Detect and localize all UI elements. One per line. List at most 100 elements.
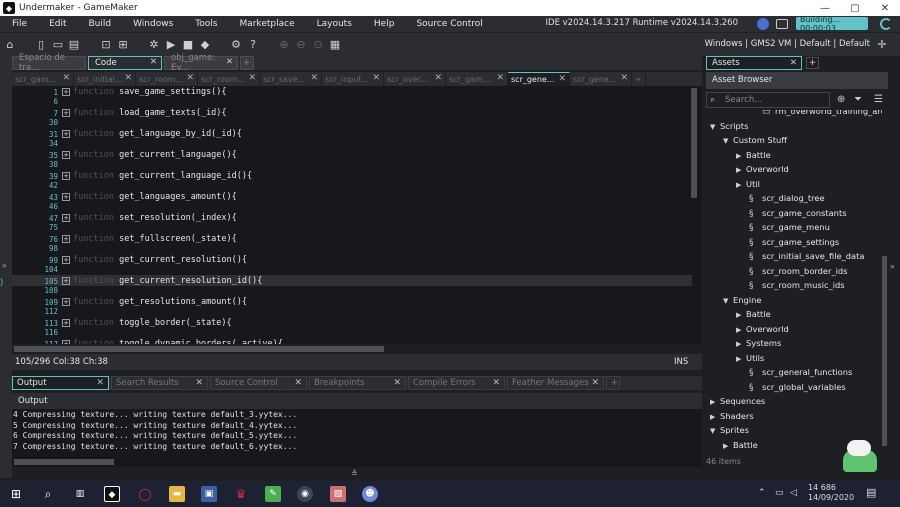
editor-app-icon[interactable]: ✎ <box>265 486 281 502</box>
menu-file[interactable]: File <box>0 19 37 29</box>
discord-icon[interactable]: ☻ <box>362 486 378 502</box>
code-line[interactable]: 108 <box>12 286 692 296</box>
asset-tree-item[interactable]: § scr_room_border_ids <box>749 266 848 280</box>
target-selector[interactable]: Windows | GMS2 VM | Default | Default <box>705 39 870 49</box>
expand-left-icon[interactable]: » <box>2 261 7 270</box>
asset-tree-item[interactable]: § scr_game_constants <box>749 208 847 222</box>
code-line[interactable]: 43 + function get_languages_amount(){ <box>12 191 692 202</box>
chevron-right-icon[interactable]: ▶ <box>736 166 746 174</box>
user-avatar-icon[interactable] <box>757 18 769 30</box>
opera-browser-icon[interactable]: ◯ <box>137 486 153 502</box>
zoom-in-icon[interactable]: ⊕ <box>277 38 291 52</box>
asset-tree-item[interactable]: § scr_game_settings <box>749 237 839 251</box>
code-line[interactable]: 47 + function set_resolution(_index){ <box>12 212 692 223</box>
debug-icon[interactable]: ✲ <box>147 38 161 52</box>
close-tab-icon[interactable]: ✕ <box>434 73 442 83</box>
fold-toggle-icon[interactable]: + <box>62 340 70 344</box>
menu-windows[interactable]: Windows <box>121 19 183 29</box>
fold-toggle-icon[interactable]: + <box>62 277 70 285</box>
chevron-down-icon[interactable]: ▼ <box>723 297 733 305</box>
add-asset-icon[interactable]: ⊕ <box>837 94 845 105</box>
asset-tree-item[interactable]: § scr_game_menu <box>749 222 830 236</box>
code-line[interactable]: 7 + function load_game_texts(_id){ <box>12 107 692 118</box>
stop-icon[interactable]: ■ <box>181 38 195 52</box>
code-line[interactable]: 76 + function set_fullscreen(_state){ <box>12 233 692 244</box>
asset-tree-item[interactable]: § scr_room_music_ids <box>749 280 845 294</box>
menu-help[interactable]: Help <box>362 19 405 29</box>
new-project-icon[interactable]: ▯ <box>34 38 48 52</box>
menu-marketplace[interactable]: Marketplace <box>227 19 304 29</box>
chevron-right-icon[interactable]: ▶ <box>736 340 746 348</box>
output-tab[interactable]: Breakpoints ✕ <box>309 376 406 390</box>
menu-icon[interactable]: ☰ <box>874 94 883 105</box>
collapse-output-icon[interactable]: ≚ <box>351 469 358 478</box>
output-log[interactable]: 4 Compressing texture... writing texture… <box>12 409 702 467</box>
menu-build[interactable]: Build <box>77 19 122 29</box>
add-code-tab-button[interactable]: + <box>632 72 646 86</box>
close-tab-icon[interactable]: ✕ <box>294 378 302 388</box>
add-output-tab-button[interactable]: + <box>606 376 620 390</box>
zoom-reset-icon[interactable]: ⊙ <box>311 38 325 52</box>
package-icon[interactable]: ⊞ <box>116 38 130 52</box>
close-tab-icon[interactable]: ✕ <box>310 73 318 83</box>
fold-toggle-icon[interactable]: + <box>62 214 70 222</box>
code-editor[interactable]: 1 + function save_game_settings(){6 7 + funct… <box>12 86 702 344</box>
game-app-icon[interactable]: ♛ <box>233 486 249 502</box>
task-view-icon[interactable]: ▥ <box>72 486 88 502</box>
asset-tree-item[interactable]: ▼ Scripts <box>710 121 748 135</box>
code-line[interactable]: 109 + function get_resolutions_amount(){ <box>12 296 692 307</box>
chevron-down-icon[interactable]: ▼ <box>710 427 720 435</box>
close-tab-icon[interactable]: ✕ <box>62 73 70 83</box>
fold-toggle-icon[interactable]: + <box>62 298 70 306</box>
asset-tree-item[interactable]: ▶ Battle <box>723 440 758 454</box>
code-line[interactable]: 35 + function get_current_language(){ <box>12 149 692 160</box>
code-line[interactable]: 116 <box>12 328 692 338</box>
chat-icon[interactable] <box>776 19 788 29</box>
tray-chevron-icon[interactable]: ⌃ <box>758 488 766 498</box>
help-icon[interactable]: ? <box>246 38 260 52</box>
output-tab[interactable]: Output ✕ <box>12 376 109 390</box>
add-tab-button[interactable]: + <box>240 56 254 70</box>
asset-tree-item[interactable]: § scr_global_variables <box>749 382 846 396</box>
code-line[interactable]: 46 <box>12 202 692 212</box>
chevron-right-icon[interactable]: ▶ <box>723 442 733 450</box>
menu-tools[interactable]: Tools <box>183 19 227 29</box>
target-settings-icon[interactable]: ✛ <box>875 38 889 52</box>
chevron-right-icon[interactable]: ▶ <box>736 152 746 160</box>
close-tab-icon[interactable]: ✕ <box>186 73 194 83</box>
code-tab[interactable]: scr_save... ✕ <box>260 72 322 86</box>
close-tab-icon[interactable]: ✕ <box>150 57 157 67</box>
tab-obj-game[interactable]: obj_game: Ev... ✕ <box>164 53 238 73</box>
output-horizontal-scrollbar[interactable] <box>14 459 114 465</box>
fold-toggle-icon[interactable]: + <box>62 172 70 180</box>
chevron-right-icon[interactable]: ▶ <box>736 311 746 319</box>
run-icon[interactable]: ▶ <box>164 38 178 52</box>
code-line[interactable]: 117 +function toggle_dynamic_borders(_act… <box>12 338 692 344</box>
code-tab[interactable]: scr_input... ✕ <box>322 72 384 86</box>
asset-tree-item[interactable]: § scr_initial_save_file_data <box>749 251 864 265</box>
asset-tree-item[interactable]: ▶ Overworld <box>736 324 789 338</box>
asset-tree-item[interactable]: ▶ Sequences <box>710 396 765 410</box>
fold-toggle-icon[interactable]: + <box>62 109 70 117</box>
network-icon[interactable]: ▭ <box>775 488 784 498</box>
close-tab-icon[interactable]: ✕ <box>124 73 132 83</box>
clean-icon[interactable]: ◆ <box>198 38 212 52</box>
output-tab[interactable]: Source Control ✕ <box>210 376 307 390</box>
save-icon[interactable]: ▤ <box>67 38 81 52</box>
obs-icon[interactable]: ◉ <box>297 486 313 502</box>
asset-tree-item[interactable]: ▼ Custom Stuff <box>723 135 787 149</box>
app-icon[interactable]: ▣ <box>201 486 217 502</box>
asset-tree-item[interactable]: ▶ Battle <box>736 150 771 164</box>
close-tab-icon[interactable]: ✕ <box>558 74 566 84</box>
notifications-icon[interactable]: ▤ <box>866 486 876 499</box>
fold-toggle-icon[interactable]: + <box>62 235 70 243</box>
chevron-down-icon[interactable]: ▼ <box>723 137 733 145</box>
asset-tree-item[interactable]: ▼ Engine <box>723 295 761 309</box>
expand-right-icon[interactable]: » <box>890 262 895 271</box>
asset-tree-item[interactable]: ▶ Battle <box>736 309 771 323</box>
close-tab-icon[interactable]: ✕ <box>496 73 504 83</box>
asset-tree-item[interactable]: ▶ Systems <box>736 338 781 352</box>
close-tab-icon[interactable]: ✕ <box>96 378 104 388</box>
tab-workspace[interactable]: Espacio de tra... <box>12 53 86 73</box>
clock[interactable]: 14 686 14/09/2020 <box>808 483 854 503</box>
